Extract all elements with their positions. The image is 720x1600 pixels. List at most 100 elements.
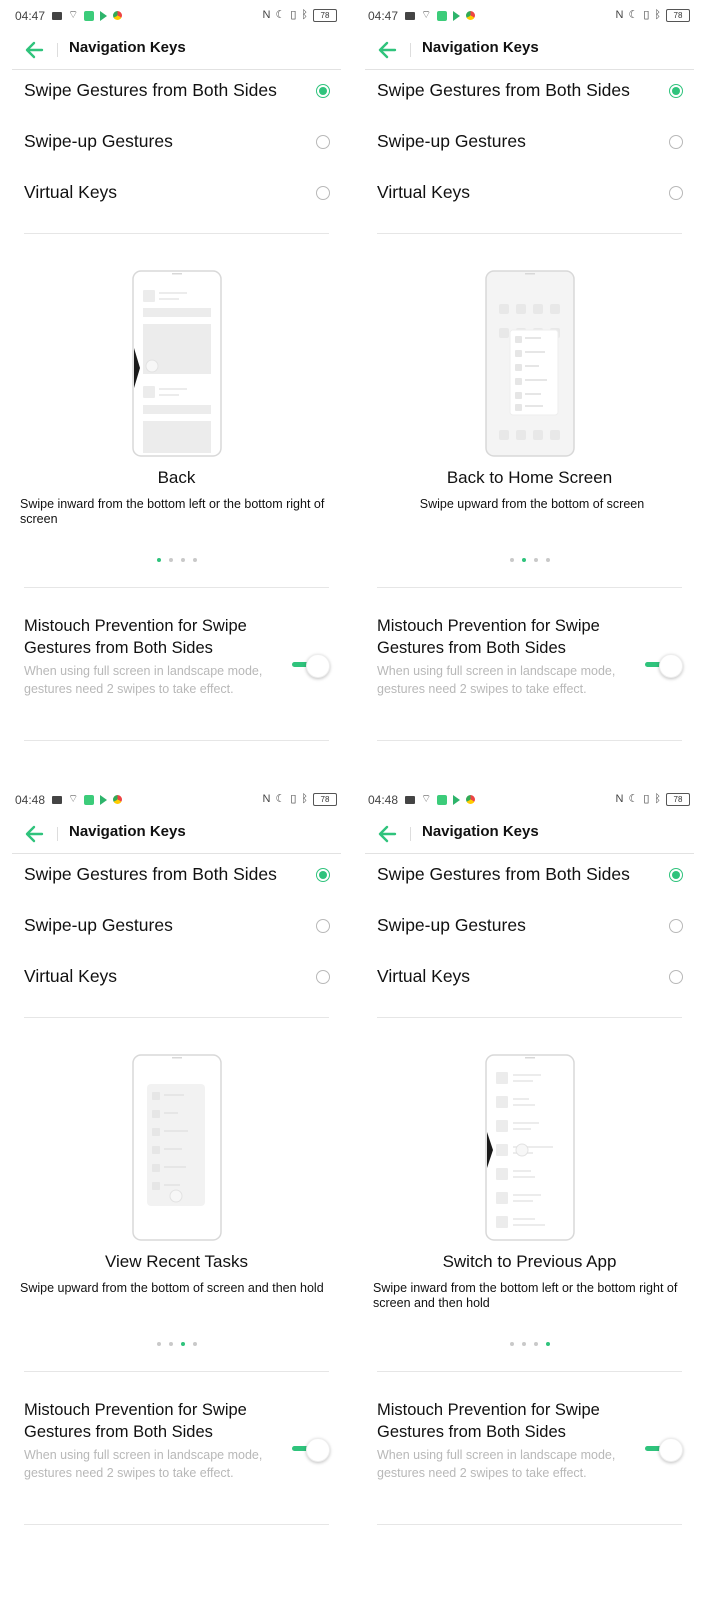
option-swipe-both-sides[interactable]: Swipe Gestures from Both Sides: [377, 852, 692, 902]
option-virtual-keys[interactable]: Virtual Keys: [24, 954, 339, 1004]
status-bar: 04:48 ⌔ N ☾ ▯ ᛒ 78: [353, 784, 706, 816]
mistouch-description: When using full screen in landscape mode…: [24, 1448, 263, 1480]
back-arrow-icon[interactable]: [22, 822, 48, 846]
radio-selected[interactable]: [669, 84, 683, 98]
radio-unselected[interactable]: [669, 970, 683, 984]
option-virtual-keys[interactable]: Virtual Keys: [377, 170, 692, 220]
app-bar: Navigation Keys: [353, 816, 706, 854]
option-label: Swipe-up Gestures: [24, 131, 173, 151]
radio-unselected[interactable]: [316, 970, 330, 984]
moon-icon: ☾: [628, 9, 639, 21]
radio-unselected[interactable]: [669, 919, 683, 933]
option-swipe-both-sides[interactable]: Swipe Gestures from Both Sides: [24, 68, 339, 118]
title-divider: [410, 827, 411, 841]
page-dot-4: [545, 558, 550, 562]
options-divider: [24, 233, 329, 234]
phone-illustration-home: [485, 270, 575, 457]
option-swipe-both-sides[interactable]: Swipe Gestures from Both Sides: [377, 68, 692, 118]
option-label: Virtual Keys: [24, 182, 118, 202]
bottom-divider: [377, 1524, 682, 1525]
notification-icon: [52, 11, 62, 20]
bottom-divider: [24, 1524, 329, 1525]
page-dot-1: [509, 558, 514, 562]
page-title: Navigation Keys: [69, 39, 186, 56]
mistouch-toggle[interactable]: [643, 653, 683, 678]
mistouch-title: Mistouch Prevention for Swipe Gestures f…: [24, 1401, 247, 1441]
title-divider: [410, 43, 411, 57]
status-time: 04:47: [15, 9, 46, 23]
page-dot-4: [192, 558, 197, 562]
page-dot-2: [168, 1342, 173, 1346]
option-swipe-both-sides[interactable]: Swipe Gestures from Both Sides: [24, 852, 339, 902]
app-bar: Navigation Keys: [353, 32, 706, 70]
mistouch-title: Mistouch Prevention for Swipe Gestures f…: [24, 617, 247, 657]
option-label: Swipe Gestures from Both Sides: [24, 80, 277, 100]
page-dot-2: [168, 558, 173, 562]
option-swipe-up[interactable]: Swipe-up Gestures: [24, 903, 339, 953]
phone-illustration-previous-app: [485, 1054, 575, 1241]
chrome-icon: [466, 11, 476, 20]
page-title: Navigation Keys: [422, 823, 539, 840]
nfc-icon: N: [615, 9, 624, 21]
wifi-icon: ⌔: [68, 9, 79, 21]
page-dot-1: [156, 558, 161, 562]
vibrate-icon: ▯: [643, 9, 650, 21]
bottom-divider: [24, 740, 329, 741]
title-divider: [57, 43, 58, 57]
battery-icon: 78: [313, 793, 337, 806]
option-label: Swipe-up Gestures: [377, 131, 526, 151]
status-bar: 04:47 ⌔ N ☾ ▯ ᛒ 78: [0, 0, 353, 32]
gesture-title: View Recent Tasks: [105, 1252, 248, 1271]
toggle-knob: [659, 654, 683, 678]
notification-icon: [52, 795, 62, 804]
toggle-knob: [659, 1438, 683, 1462]
section-divider: [24, 587, 329, 588]
radio-unselected[interactable]: [316, 186, 330, 200]
page-dot-3: [180, 558, 185, 562]
status-time: 04:47: [368, 9, 399, 23]
radio-unselected[interactable]: [316, 919, 330, 933]
page-dot-4: [545, 1342, 550, 1346]
mistouch-toggle[interactable]: [290, 1437, 330, 1462]
radio-unselected[interactable]: [669, 135, 683, 149]
page-dot-3: [180, 1342, 185, 1346]
nfc-icon: N: [262, 793, 271, 805]
section-divider: [377, 1371, 682, 1372]
back-arrow-icon[interactable]: [375, 822, 401, 846]
page-dot-1: [156, 1342, 161, 1346]
mistouch-toggle[interactable]: [643, 1437, 683, 1462]
app-notification-icon: [84, 794, 95, 805]
app-bar: Navigation Keys: [0, 816, 353, 854]
wifi-icon: ⌔: [421, 9, 432, 21]
back-arrow-icon[interactable]: [375, 38, 401, 62]
page-dot-3: [533, 558, 538, 562]
vibrate-icon: ▯: [290, 793, 297, 805]
bluetooth-icon: ᛒ: [301, 9, 308, 21]
nfc-icon: N: [262, 9, 271, 21]
notification-icon: [405, 795, 415, 804]
gesture-title: Back: [157, 468, 196, 487]
moon-icon: ☾: [275, 9, 286, 21]
option-label: Swipe Gestures from Both Sides: [377, 864, 630, 884]
mistouch-toggle[interactable]: [290, 653, 330, 678]
moon-icon: ☾: [628, 793, 639, 805]
status-time: 04:48: [15, 793, 46, 807]
back-arrow-icon[interactable]: [22, 38, 48, 62]
page-dot-3: [533, 1342, 538, 1346]
nav-keys-screen-home: 04:47 ⌔ N ☾ ▯ ᛒ 78 Navigation Keys Swipe…: [353, 0, 706, 784]
option-virtual-keys[interactable]: Virtual Keys: [24, 170, 339, 220]
option-swipe-up[interactable]: Swipe-up Gestures: [377, 119, 692, 169]
radio-unselected[interactable]: [316, 135, 330, 149]
radio-unselected[interactable]: [669, 186, 683, 200]
radio-selected[interactable]: [316, 84, 330, 98]
moon-icon: ☾: [275, 793, 286, 805]
mistouch-description: When using full screen in landscape mode…: [377, 664, 616, 696]
radio-selected[interactable]: [316, 868, 330, 882]
option-swipe-up[interactable]: Swipe-up Gestures: [24, 119, 339, 169]
option-swipe-up[interactable]: Swipe-up Gestures: [377, 903, 692, 953]
title-divider: [57, 827, 58, 841]
radio-selected[interactable]: [669, 868, 683, 882]
nav-keys-screen-previous-app: 04:48 ⌔ N ☾ ▯ ᛒ 78 Navigation Keys Swipe…: [353, 784, 706, 1568]
option-virtual-keys[interactable]: Virtual Keys: [377, 954, 692, 1004]
option-label: Swipe-up Gestures: [24, 915, 173, 935]
